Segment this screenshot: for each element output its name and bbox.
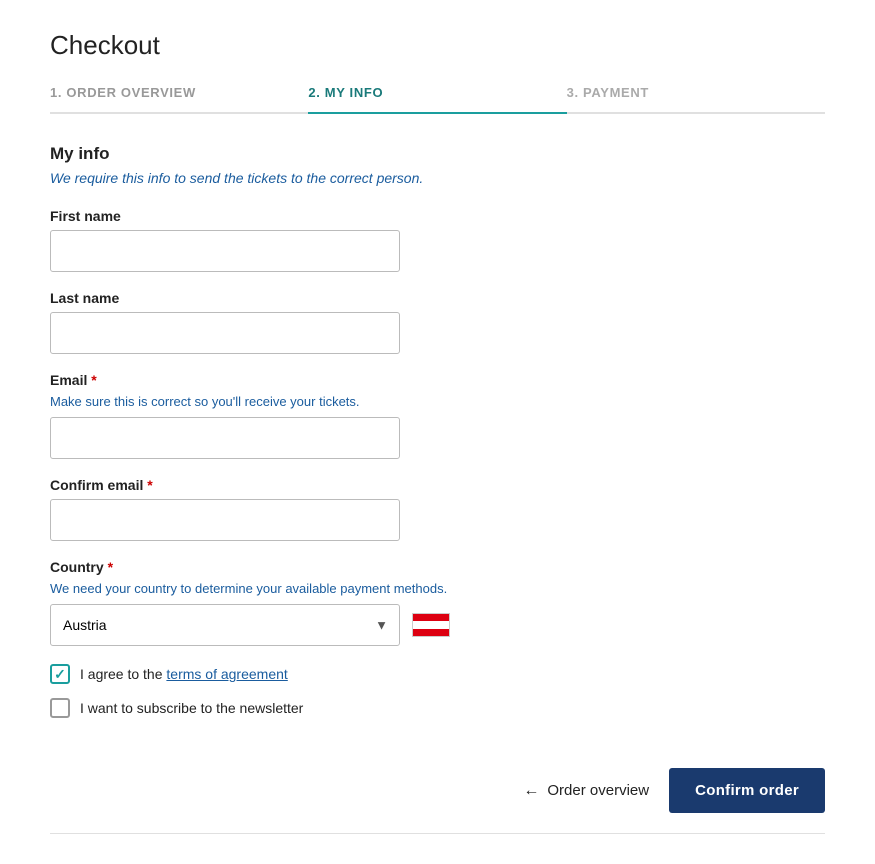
my-info-section: My info We require this info to send the… [50,144,825,718]
confirm-order-button[interactable]: Confirm order [669,768,825,813]
terms-label: I agree to the terms of agreement [80,666,288,682]
country-group: Country * We need your country to determ… [50,559,825,646]
step-order-overview[interactable]: 1. ORDER OVERVIEW [50,85,308,112]
page-title: Checkout [50,30,825,61]
flag-top-stripe [413,614,449,621]
step-payment[interactable]: 3. PAYMENT [567,85,825,112]
bottom-divider [50,833,825,834]
country-row: Austria Germany France Switzerland Nethe… [50,604,825,646]
first-name-input[interactable] [50,230,400,272]
email-label: Email * [50,372,825,388]
country-select[interactable]: Austria Germany France Switzerland Nethe… [50,604,400,646]
last-name-group: Last name [50,290,825,354]
first-name-group: First name [50,208,825,272]
email-group: Email * Make sure this is correct so you… [50,372,825,459]
country-hint: We need your country to determine your a… [50,581,825,596]
newsletter-checkbox[interactable] [50,698,70,718]
country-select-wrapper: Austria Germany France Switzerland Nethe… [50,604,400,646]
last-name-label: Last name [50,290,825,306]
back-label: Order overview [547,782,649,799]
austria-flag [412,613,450,637]
newsletter-label: I want to subscribe to the newsletter [80,700,303,716]
steps-progress: 1. ORDER OVERVIEW 2. MY INFO 3. PAYMENT [50,85,825,114]
terms-checkbox[interactable] [50,664,70,684]
confirm-email-group: Confirm email * [50,477,825,541]
section-title: My info [50,144,825,164]
back-arrow-icon: ← [523,782,539,800]
form-footer: ← Order overview Confirm order [50,748,825,813]
step-my-info[interactable]: 2. MY INFO [308,85,566,112]
last-name-input[interactable] [50,312,400,354]
email-input[interactable] [50,417,400,459]
terms-checkbox-group: I agree to the terms of agreement [50,664,825,684]
country-label: Country * [50,559,825,575]
email-hint: Make sure this is correct so you'll rece… [50,394,825,409]
flag-bottom-stripe [413,629,449,636]
confirm-email-label: Confirm email * [50,477,825,493]
section-subtitle: We require this info to send the tickets… [50,170,825,186]
newsletter-checkbox-group: I want to subscribe to the newsletter [50,698,825,718]
terms-link[interactable]: terms of agreement [166,666,287,682]
flag-middle-stripe [413,621,449,628]
confirm-email-input[interactable] [50,499,400,541]
first-name-label: First name [50,208,825,224]
back-button[interactable]: ← Order overview [523,782,649,800]
